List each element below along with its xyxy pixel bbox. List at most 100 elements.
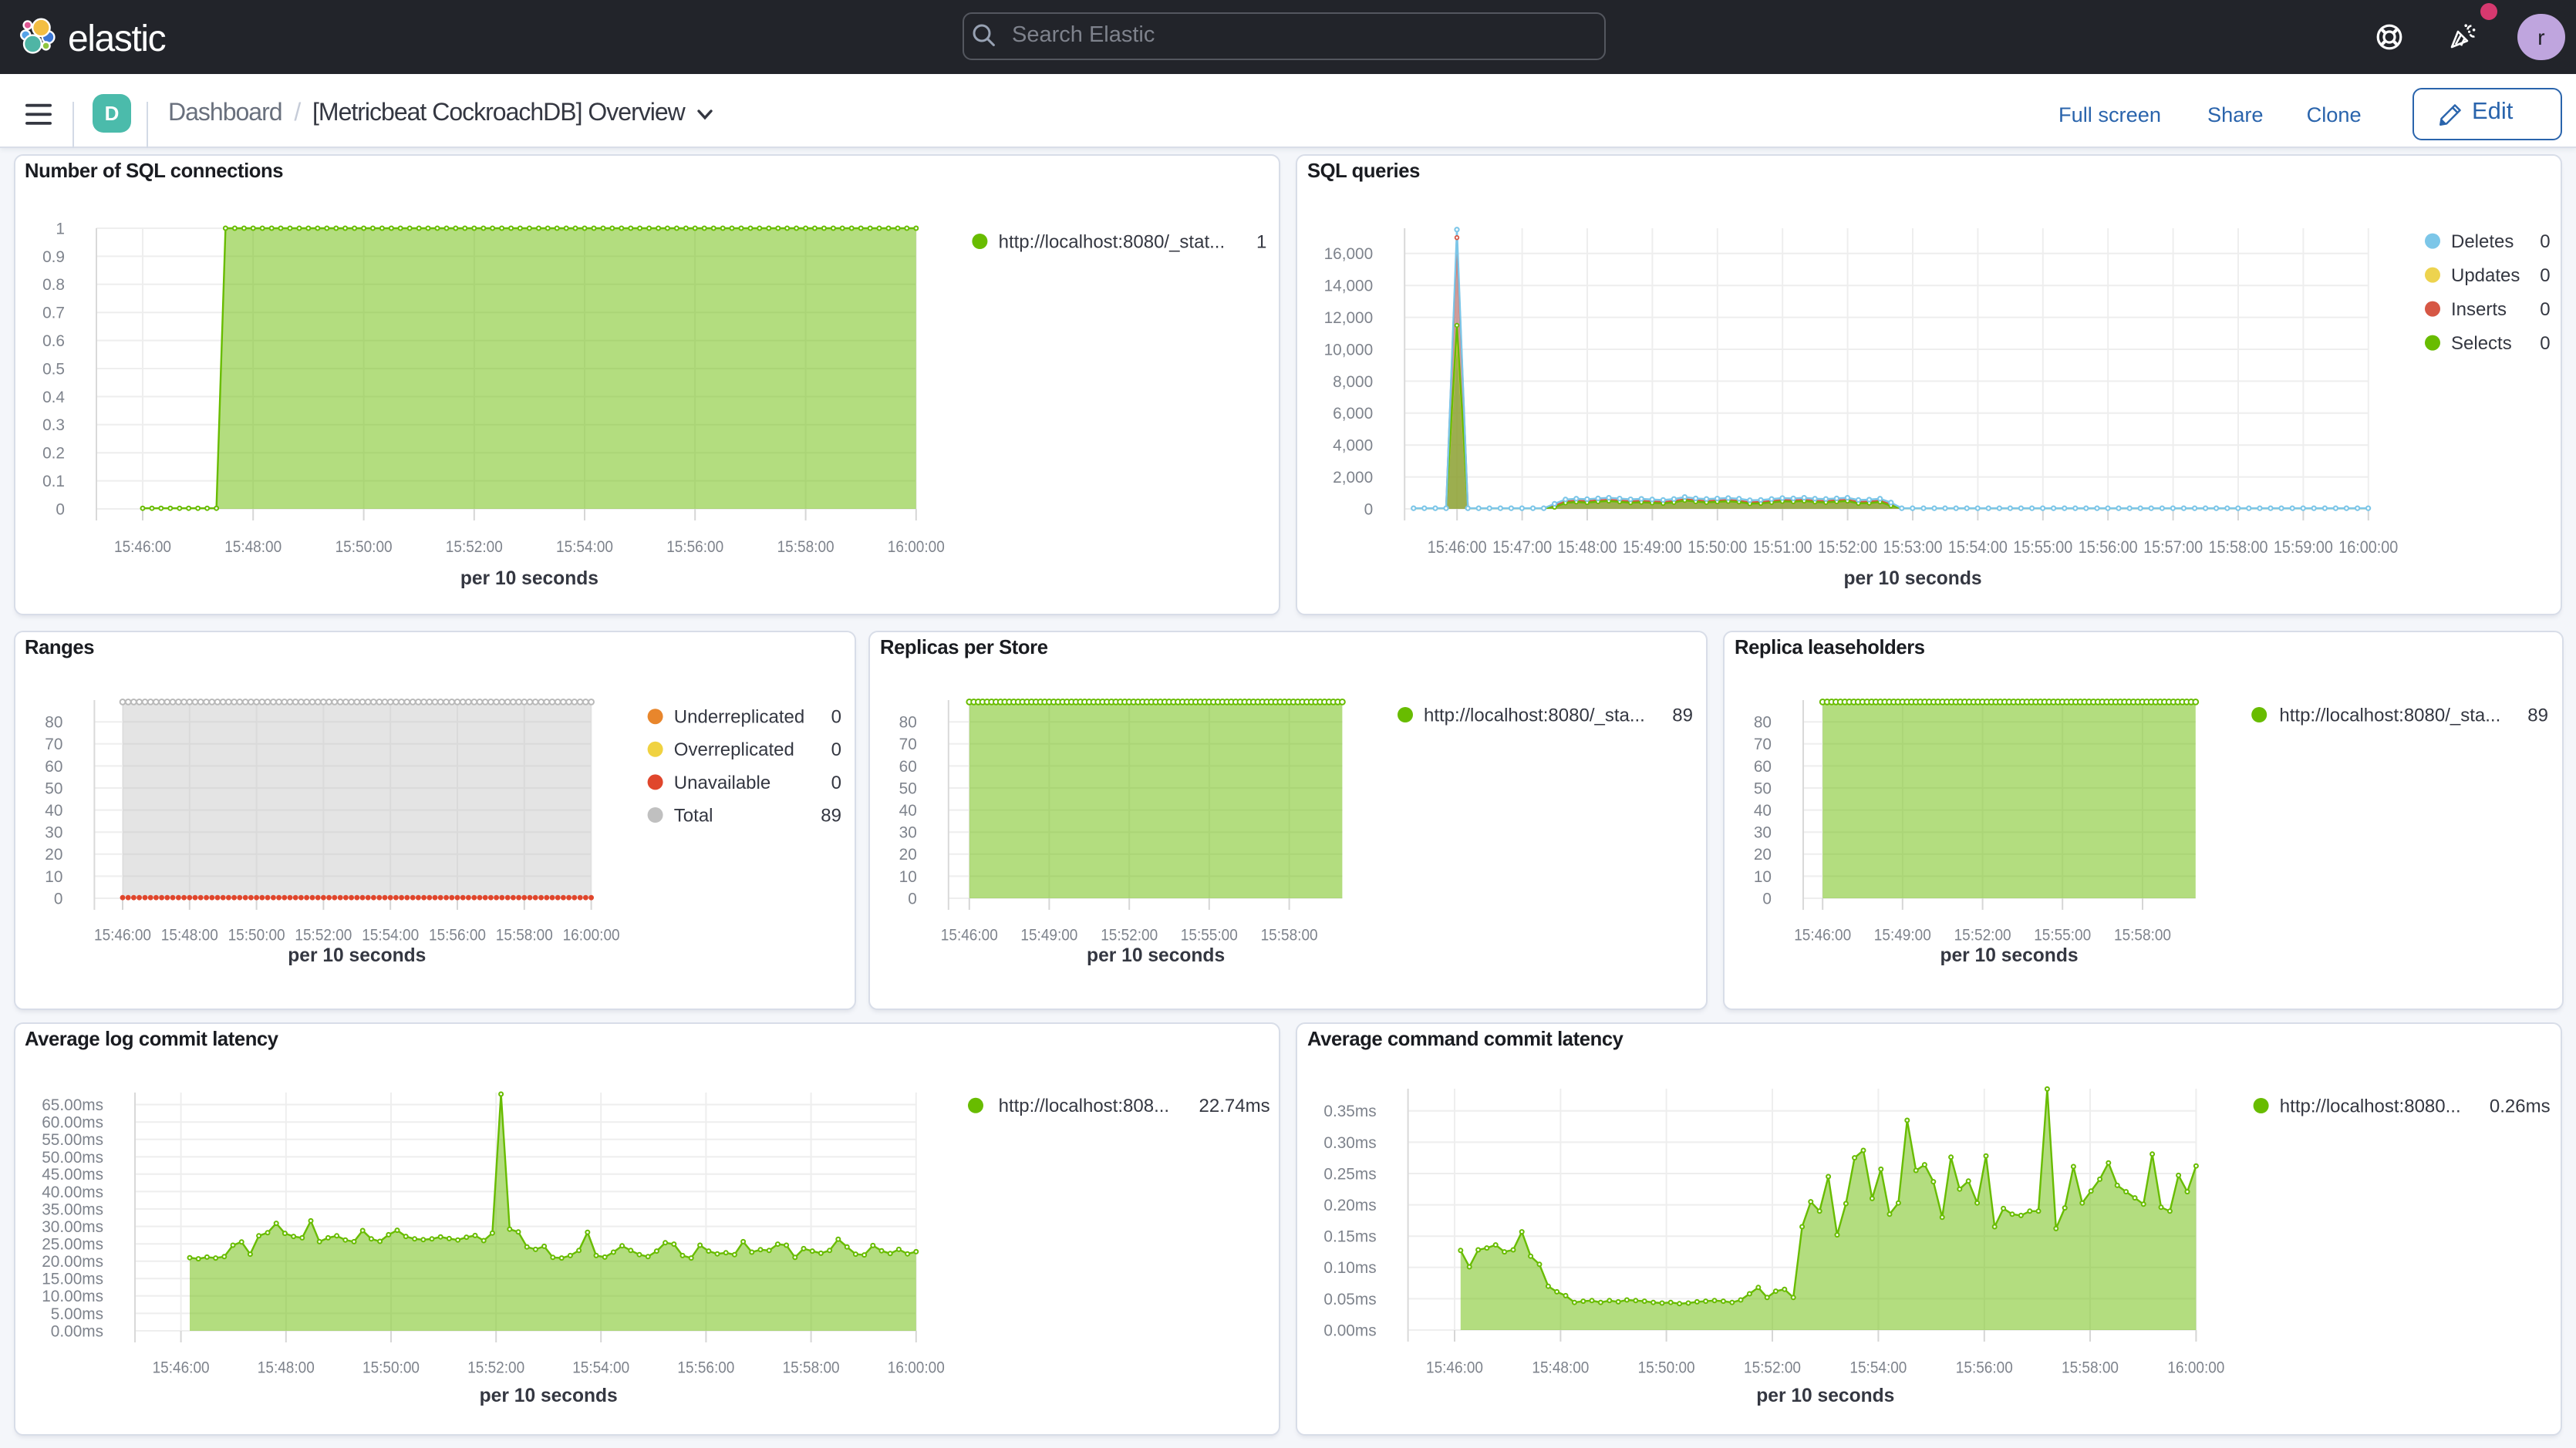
svg-text:0.9: 0.9 bbox=[42, 248, 64, 266]
svg-text:0.15ms: 0.15ms bbox=[1323, 1227, 1376, 1245]
svg-text:0: 0 bbox=[53, 890, 62, 908]
svg-text:http://localhost:8080/_sta...: http://localhost:8080/_sta... bbox=[1424, 705, 1645, 726]
svg-text:10,000: 10,000 bbox=[1324, 341, 1374, 359]
svg-text:0: 0 bbox=[2540, 231, 2550, 252]
svg-text:15:58:00: 15:58:00 bbox=[2209, 537, 2268, 557]
svg-text:0.26ms: 0.26ms bbox=[2490, 1095, 2551, 1116]
svg-text:10: 10 bbox=[899, 868, 917, 886]
svg-text:0: 0 bbox=[2540, 265, 2550, 286]
svg-text:0.00ms: 0.00ms bbox=[50, 1322, 103, 1339]
svg-text:15:52:00: 15:52:00 bbox=[294, 927, 351, 945]
svg-text:15:49:00: 15:49:00 bbox=[1020, 927, 1077, 945]
svg-text:15:58:00: 15:58:00 bbox=[1261, 927, 1318, 945]
svg-text:0: 0 bbox=[55, 500, 64, 518]
svg-text:15:48:00: 15:48:00 bbox=[160, 927, 217, 945]
svg-text:15:50:00: 15:50:00 bbox=[362, 1359, 419, 1376]
svg-text:55.00ms: 55.00ms bbox=[41, 1130, 103, 1148]
svg-text:0.3: 0.3 bbox=[42, 416, 64, 434]
svg-text:22.74ms: 22.74ms bbox=[1199, 1095, 1269, 1116]
svg-text:35.00ms: 35.00ms bbox=[41, 1200, 103, 1217]
svg-text:15:56:00: 15:56:00 bbox=[428, 927, 485, 945]
svg-text:16:00:00: 16:00:00 bbox=[562, 927, 619, 945]
svg-text:per 10 seconds: per 10 seconds bbox=[479, 1385, 617, 1406]
svg-text:Total: Total bbox=[673, 805, 713, 826]
svg-text:0.4: 0.4 bbox=[42, 389, 64, 406]
svg-text:15:49:00: 15:49:00 bbox=[1623, 537, 1682, 557]
svg-text:15:55:00: 15:55:00 bbox=[2034, 927, 2091, 945]
svg-text:per 10 seconds: per 10 seconds bbox=[1756, 1385, 1894, 1406]
svg-text:15:55:00: 15:55:00 bbox=[1181, 927, 1238, 945]
svg-text:65.00ms: 65.00ms bbox=[41, 1096, 103, 1113]
svg-text:80: 80 bbox=[899, 714, 917, 732]
svg-text:30.00ms: 30.00ms bbox=[41, 1217, 103, 1235]
svg-text:15:52:00: 15:52:00 bbox=[1818, 537, 1877, 557]
svg-text:40.00ms: 40.00ms bbox=[41, 1183, 103, 1200]
svg-text:Selects: Selects bbox=[2451, 333, 2512, 354]
svg-text:15:54:00: 15:54:00 bbox=[555, 538, 612, 556]
svg-text:15:46:00: 15:46:00 bbox=[93, 927, 150, 945]
svg-text:15:52:00: 15:52:00 bbox=[1101, 927, 1158, 945]
svg-text:per 10 seconds: per 10 seconds bbox=[460, 568, 598, 589]
svg-text:6,000: 6,000 bbox=[1333, 405, 1373, 423]
svg-text:0.10ms: 0.10ms bbox=[1323, 1258, 1376, 1276]
svg-text:50: 50 bbox=[899, 780, 917, 797]
svg-text:15:46:00: 15:46:00 bbox=[1428, 537, 1487, 557]
svg-text:4,000: 4,000 bbox=[1333, 437, 1373, 455]
svg-text:15:52:00: 15:52:00 bbox=[1954, 927, 2011, 945]
svg-text:60: 60 bbox=[44, 758, 62, 776]
svg-text:45.00ms: 45.00ms bbox=[41, 1165, 103, 1183]
svg-text:15:58:00: 15:58:00 bbox=[777, 538, 834, 556]
svg-text:15:50:00: 15:50:00 bbox=[1688, 537, 1747, 557]
svg-text:15:58:00: 15:58:00 bbox=[2114, 927, 2171, 945]
svg-text:Inserts: Inserts bbox=[2451, 299, 2507, 320]
svg-text:0: 0 bbox=[831, 773, 841, 793]
svg-text:15:56:00: 15:56:00 bbox=[666, 538, 723, 556]
svg-text:15:52:00: 15:52:00 bbox=[445, 538, 502, 556]
svg-text:15:54:00: 15:54:00 bbox=[1948, 537, 2008, 557]
svg-text:15:58:00: 15:58:00 bbox=[782, 1359, 839, 1376]
svg-text:70: 70 bbox=[1754, 736, 1772, 753]
svg-text:Updates: Updates bbox=[2451, 265, 2520, 286]
svg-text:15:58:00: 15:58:00 bbox=[2062, 1359, 2119, 1376]
svg-text:15:54:00: 15:54:00 bbox=[361, 927, 418, 945]
svg-text:15:54:00: 15:54:00 bbox=[572, 1359, 629, 1376]
svg-text:70: 70 bbox=[899, 736, 917, 753]
svg-text:16:00:00: 16:00:00 bbox=[2167, 1359, 2224, 1376]
svg-text:15.00ms: 15.00ms bbox=[41, 1270, 103, 1288]
svg-text:15:47:00: 15:47:00 bbox=[1492, 537, 1552, 557]
svg-text:http://localhost:8080/_sta...: http://localhost:8080/_sta... bbox=[2279, 705, 2500, 726]
svg-text:10: 10 bbox=[44, 868, 62, 886]
svg-text:0.00ms: 0.00ms bbox=[1323, 1321, 1376, 1339]
svg-text:http://localhost:808...: http://localhost:808... bbox=[998, 1095, 1168, 1116]
svg-text:1: 1 bbox=[1256, 231, 1266, 252]
svg-text:per 10 seconds: per 10 seconds bbox=[1940, 945, 2078, 966]
svg-text:0.7: 0.7 bbox=[42, 305, 64, 322]
svg-text:15:46:00: 15:46:00 bbox=[1794, 927, 1851, 945]
svg-text:89: 89 bbox=[1672, 705, 1693, 726]
svg-text:15:52:00: 15:52:00 bbox=[1744, 1359, 1801, 1376]
svg-text:15:56:00: 15:56:00 bbox=[676, 1359, 733, 1376]
svg-text:89: 89 bbox=[820, 805, 841, 826]
svg-text:20: 20 bbox=[44, 846, 62, 864]
svg-text:0: 0 bbox=[1364, 500, 1374, 518]
svg-text:15:52:00: 15:52:00 bbox=[467, 1359, 524, 1376]
svg-text:http://localhost:8080/_stat...: http://localhost:8080/_stat... bbox=[998, 231, 1225, 252]
svg-text:15:50:00: 15:50:00 bbox=[1638, 1359, 1695, 1376]
svg-text:15:55:00: 15:55:00 bbox=[2013, 537, 2072, 557]
svg-text:http://localhost:8080...: http://localhost:8080... bbox=[2280, 1095, 2461, 1116]
svg-text:16:00:00: 16:00:00 bbox=[887, 1359, 944, 1376]
svg-text:50.00ms: 50.00ms bbox=[41, 1148, 103, 1166]
svg-text:0.1: 0.1 bbox=[42, 473, 64, 490]
svg-text:20: 20 bbox=[1754, 846, 1772, 864]
svg-text:15:57:00: 15:57:00 bbox=[2143, 537, 2203, 557]
svg-text:14,000: 14,000 bbox=[1324, 278, 1374, 295]
svg-text:16,000: 16,000 bbox=[1324, 245, 1374, 263]
svg-text:16:00:00: 16:00:00 bbox=[2338, 537, 2398, 557]
svg-text:0: 0 bbox=[831, 707, 841, 728]
svg-text:0.30ms: 0.30ms bbox=[1323, 1133, 1376, 1151]
svg-text:5.00ms: 5.00ms bbox=[50, 1305, 103, 1322]
svg-text:2,000: 2,000 bbox=[1333, 469, 1373, 487]
svg-text:15:51:00: 15:51:00 bbox=[1753, 537, 1812, 557]
svg-text:60: 60 bbox=[1754, 758, 1772, 776]
svg-text:0.25ms: 0.25ms bbox=[1323, 1164, 1376, 1182]
